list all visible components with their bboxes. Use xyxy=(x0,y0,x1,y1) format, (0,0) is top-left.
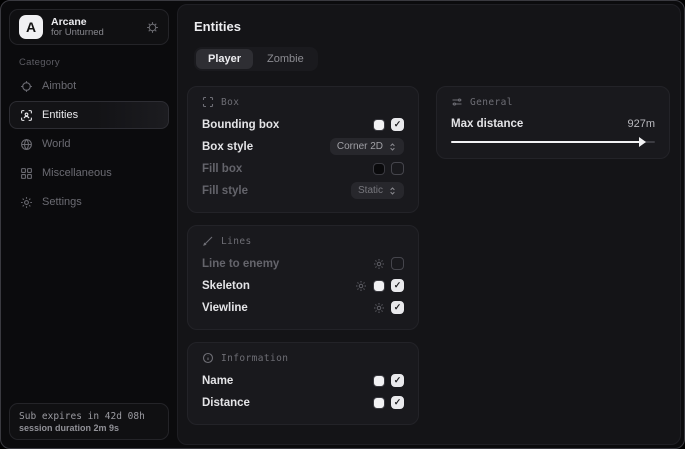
row-label: Skeleton xyxy=(202,280,355,292)
sidebar-nav: Aimbot Entities World Miscellaneous xyxy=(9,72,169,216)
person-scan-icon xyxy=(20,109,33,122)
fill-style-dropdown[interactable]: Static xyxy=(351,182,404,199)
grid-icon xyxy=(20,167,33,180)
app-logo: A xyxy=(19,15,43,39)
line-to-enemy-checkbox[interactable] xyxy=(391,257,404,270)
sub-expires-text: Sub expires in 42d 08h xyxy=(19,411,159,422)
sidebar-item-label: Aimbot xyxy=(42,80,76,92)
main-panel: Entities Player Zombie Box Bounding box xyxy=(177,4,681,445)
diagonal-line-icon xyxy=(202,235,214,247)
sidebar-item-settings[interactable]: Settings xyxy=(9,188,169,216)
chevron-up-down-icon xyxy=(388,142,397,152)
row-label: Bounding box xyxy=(202,119,373,131)
chevron-up-down-icon xyxy=(388,186,397,196)
viewline-settings-gear-icon[interactable] xyxy=(373,302,385,314)
app-title: Arcane xyxy=(51,16,138,28)
gear-icon xyxy=(20,196,33,209)
row-label: Distance xyxy=(202,397,373,409)
app-logo-card: A Arcane for Unturned xyxy=(9,9,169,45)
dropdown-value: Corner 2D xyxy=(337,141,383,152)
sidebar-item-world[interactable]: World xyxy=(9,130,169,158)
app-settings-gear-icon[interactable] xyxy=(146,21,159,34)
information-section-card: Information Name Distance xyxy=(187,342,419,425)
row-label: Name xyxy=(202,375,373,387)
sidebar: A Arcane for Unturned Category Aimbot xyxy=(1,1,177,448)
dropdown-value: Static xyxy=(358,185,383,196)
box-style-dropdown[interactable]: Corner 2D xyxy=(330,138,404,155)
viewline-checkbox[interactable] xyxy=(391,301,404,314)
page-title: Entities xyxy=(194,19,664,34)
slider-thumb-arrow-icon[interactable] xyxy=(639,137,646,147)
name-checkbox[interactable] xyxy=(391,374,404,387)
tab-player[interactable]: Player xyxy=(196,49,253,69)
row-label: Viewline xyxy=(202,302,373,314)
sidebar-item-aimbot[interactable]: Aimbot xyxy=(9,72,169,100)
viewline-row: Viewline xyxy=(202,297,404,318)
section-header: Lines xyxy=(221,236,252,247)
sidebar-item-label: Settings xyxy=(42,196,82,208)
skeleton-settings-gear-icon[interactable] xyxy=(355,280,367,292)
skeleton-row: Skeleton xyxy=(202,275,404,296)
bounding-box-row: Bounding box xyxy=(202,114,404,135)
skeleton-checkbox[interactable] xyxy=(391,279,404,292)
name-color-swatch[interactable] xyxy=(373,375,385,387)
row-label: Line to enemy xyxy=(202,258,373,270)
sidebar-item-entities[interactable]: Entities xyxy=(9,101,169,129)
line-to-enemy-settings-gear-icon[interactable] xyxy=(373,258,385,270)
sliders-icon xyxy=(451,96,463,108)
max-distance-label: Max distance xyxy=(451,118,627,130)
tab-zombie[interactable]: Zombie xyxy=(255,49,316,69)
crosshair-icon xyxy=(20,80,33,93)
max-distance-slider-fill xyxy=(451,141,641,143)
box-section-card: Box Bounding box Box style Corne xyxy=(187,86,419,213)
line-to-enemy-row: Line to enemy xyxy=(202,253,404,274)
sidebar-item-miscellaneous[interactable]: Miscellaneous xyxy=(9,159,169,187)
info-icon xyxy=(202,352,214,364)
app-subtitle: for Unturned xyxy=(51,28,138,39)
general-section-card: General Max distance 927m xyxy=(436,86,670,159)
row-label: Fill style xyxy=(202,185,351,197)
section-header: Box xyxy=(221,97,239,108)
max-distance-slider[interactable] xyxy=(451,137,655,147)
subscription-card: Sub expires in 42d 08h session duration … xyxy=(9,403,169,440)
section-header: Information xyxy=(221,353,288,364)
fill-style-row: Fill style Static xyxy=(202,180,404,201)
max-distance-value: 927m xyxy=(627,118,655,130)
row-label: Fill box xyxy=(202,163,373,175)
section-header: General xyxy=(470,97,513,108)
distance-checkbox[interactable] xyxy=(391,396,404,409)
lines-section-card: Lines Line to enemy Skeleton xyxy=(187,225,419,330)
distance-color-swatch[interactable] xyxy=(373,397,385,409)
sidebar-item-label: Miscellaneous xyxy=(42,167,112,179)
row-label: Box style xyxy=(202,141,330,153)
fill-box-row: Fill box xyxy=(202,158,404,179)
sidebar-item-label: World xyxy=(42,138,71,150)
box-style-row: Box style Corner 2D xyxy=(202,136,404,157)
bounding-box-color-swatch[interactable] xyxy=(373,119,385,131)
category-label: Category xyxy=(19,57,60,68)
bounding-box-checkbox[interactable] xyxy=(391,118,404,131)
arcane-window: A Arcane for Unturned Category Aimbot xyxy=(0,0,685,449)
sidebar-item-label: Entities xyxy=(42,109,78,121)
skeleton-color-swatch[interactable] xyxy=(373,280,385,292)
fill-box-checkbox[interactable] xyxy=(391,162,404,175)
session-duration-text: session duration 2m 9s xyxy=(19,423,159,433)
entity-type-tabs: Player Zombie xyxy=(194,47,318,71)
globe-icon xyxy=(20,138,33,151)
fill-box-color-swatch[interactable] xyxy=(373,163,385,175)
name-row: Name xyxy=(202,370,404,391)
distance-row: Distance xyxy=(202,392,404,413)
viewfinder-icon xyxy=(202,96,214,108)
